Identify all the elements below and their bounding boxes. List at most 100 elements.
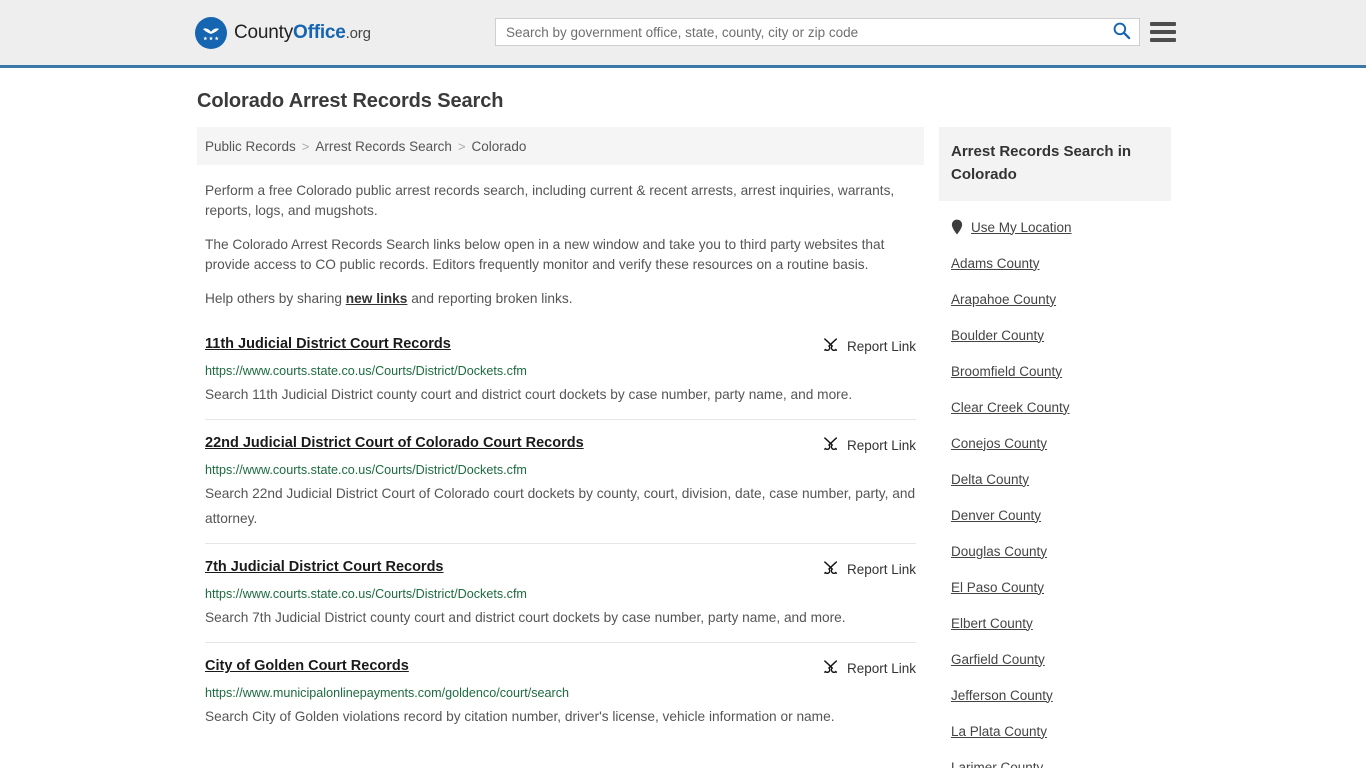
sidebar-item-jefferson-county[interactable]: Jefferson County (939, 677, 1171, 713)
sidebar-heading: Arrest Records Search in Colorado (939, 127, 1171, 201)
result-url: https://www.courts.state.co.us/Courts/Di… (205, 463, 527, 477)
sidebar: Arrest Records Search in Colorado Use My… (939, 127, 1171, 768)
breadcrumb-item-colorado: Colorado (471, 138, 527, 154)
sidebar-item-label[interactable]: Denver County (951, 508, 1041, 523)
hamburger-menu-icon[interactable] (1150, 19, 1176, 45)
breadcrumb-item-public-records[interactable]: Public Records (205, 139, 296, 154)
broken-link-icon (822, 336, 839, 356)
intro-p3-prefix: Help others by sharing (205, 291, 346, 306)
sidebar-item-label[interactable]: Adams County (951, 256, 1040, 271)
breadcrumb: Public Records > Arrest Records Search >… (197, 127, 924, 165)
menu-bar-3 (1150, 38, 1176, 42)
content-columns: Public Records > Arrest Records Search >… (197, 127, 1171, 768)
logo-wordmark: CountyOffice.org (234, 22, 371, 44)
sidebar-item-la-plata-county[interactable]: La Plata County (939, 713, 1171, 749)
sidebar-item-label[interactable]: Use My Location (971, 220, 1072, 235)
result-description: Search 22nd Judicial District Court of C… (205, 486, 916, 526)
breadcrumb-separator: > (457, 138, 466, 154)
breadcrumb-separator: > (301, 138, 310, 154)
intro-paragraph-1: Perform a free Colorado public arrest re… (205, 183, 895, 218)
sidebar-item-broomfield-county[interactable]: Broomfield County (939, 353, 1171, 389)
result-header: 11th Judicial District Court Records Rep… (205, 335, 916, 356)
broken-link-icon (822, 435, 839, 455)
logo-word-office: Office (293, 21, 346, 43)
sidebar-item-boulder-county[interactable]: Boulder County (939, 317, 1171, 353)
sidebar-item-adams-county[interactable]: Adams County (939, 245, 1171, 281)
sidebar-item-clear-creek-county[interactable]: Clear Creek County (939, 389, 1171, 425)
report-link-label: Report Link (846, 338, 916, 354)
result-item: 7th Judicial District Court Records Repo… (205, 543, 916, 642)
breadcrumb-item-arrest-records-search[interactable]: Arrest Records Search (315, 139, 452, 154)
sidebar-item-label[interactable]: Garfield County (951, 652, 1045, 667)
location-pin-icon (951, 219, 963, 235)
sidebar-item-label[interactable]: Arapahoe County (951, 292, 1056, 307)
result-url: https://www.courts.state.co.us/Courts/Di… (205, 364, 527, 378)
report-link-label: Report Link (846, 660, 916, 676)
sidebar-item-label[interactable]: Broomfield County (951, 364, 1062, 379)
site-logo[interactable]: CountyOffice.org (195, 16, 371, 49)
intro-paragraph-3: Help others by sharing new links and rep… (205, 289, 916, 309)
report-link-button[interactable]: Report Link (822, 336, 916, 356)
new-links-link[interactable]: new links (346, 291, 408, 306)
sidebar-item-garfield-county[interactable]: Garfield County (939, 641, 1171, 677)
result-title-link[interactable]: 11th Judicial District Court Records (205, 335, 451, 354)
intro-text: Perform a free Colorado public arrest re… (197, 181, 924, 309)
sidebar-item-label[interactable]: Jefferson County (951, 688, 1053, 703)
sidebar-county-list: Use My Location Adams County Arapahoe Co… (939, 209, 1171, 768)
search-button[interactable] (1103, 19, 1139, 45)
result-url: https://www.courts.state.co.us/Courts/Di… (205, 587, 527, 601)
result-header: 7th Judicial District Court Records Repo… (205, 558, 916, 579)
report-link-button[interactable]: Report Link (822, 559, 916, 579)
result-title-link[interactable]: City of Golden Court Records (205, 657, 409, 676)
sidebar-item-el-paso-county[interactable]: El Paso County (939, 569, 1171, 605)
intro-p3-suffix: and reporting broken links. (407, 291, 573, 306)
sidebar-item-conejos-county[interactable]: Conejos County (939, 425, 1171, 461)
sidebar-item-elbert-county[interactable]: Elbert County (939, 605, 1171, 641)
intro-paragraph-2: The Colorado Arrest Records Search links… (205, 237, 885, 272)
sidebar-item-label[interactable]: Boulder County (951, 328, 1044, 343)
result-url: https://www.municipalonlinepayments.com/… (205, 686, 570, 700)
sidebar-item-label[interactable]: Larimer County (951, 760, 1043, 768)
report-link-button[interactable]: Report Link (822, 435, 916, 455)
logo-word-tld: .org (345, 24, 371, 42)
result-header: 22nd Judicial District Court of Colorado… (205, 434, 916, 455)
broken-link-icon (822, 559, 839, 579)
result-item: 11th Judicial District Court Records Rep… (205, 331, 916, 419)
eagle-seal-icon (195, 16, 227, 49)
result-item: 22nd Judicial District Court of Colorado… (205, 419, 916, 543)
result-item: City of Golden Court Records Report Link (205, 642, 916, 741)
search-bar[interactable] (495, 18, 1140, 46)
result-description: Search City of Golden violations record … (205, 709, 835, 724)
sidebar-item-label[interactable]: Clear Creek County (951, 400, 1070, 415)
sidebar-item-use-my-location[interactable]: Use My Location (939, 209, 1171, 245)
result-header: City of Golden Court Records Report Link (205, 657, 916, 678)
sidebar-item-label[interactable]: El Paso County (951, 580, 1044, 595)
result-title-link[interactable]: 7th Judicial District Court Records (205, 558, 444, 577)
sidebar-item-label[interactable]: La Plata County (951, 724, 1047, 739)
page-body: Colorado Arrest Records Search Public Re… (0, 90, 1366, 768)
sidebar-item-arapahoe-county[interactable]: Arapahoe County (939, 281, 1171, 317)
search-icon (1112, 21, 1131, 43)
sidebar-item-denver-county[interactable]: Denver County (939, 497, 1171, 533)
result-description: Search 7th Judicial District county cour… (205, 610, 846, 625)
main-column: Public Records > Arrest Records Search >… (197, 127, 924, 741)
broken-link-icon (822, 658, 839, 678)
site-header: CountyOffice.org (0, 0, 1366, 68)
search-input[interactable] (496, 19, 1103, 45)
report-link-label: Report Link (846, 437, 916, 453)
sidebar-item-larimer-county[interactable]: Larimer County (939, 749, 1171, 768)
result-title-link[interactable]: 22nd Judicial District Court of Colorado… (205, 434, 584, 453)
results-list: 11th Judicial District Court Records Rep… (197, 331, 924, 741)
result-description: Search 11th Judicial District county cou… (205, 387, 853, 402)
sidebar-item-label[interactable]: Douglas County (951, 544, 1047, 559)
sidebar-item-douglas-county[interactable]: Douglas County (939, 533, 1171, 569)
menu-bar-2 (1150, 30, 1176, 34)
logo-word-county: County (234, 21, 294, 43)
sidebar-item-label[interactable]: Elbert County (951, 616, 1033, 631)
sidebar-item-delta-county[interactable]: Delta County (939, 461, 1171, 497)
sidebar-item-label[interactable]: Conejos County (951, 436, 1047, 451)
page-title: Colorado Arrest Records Search (197, 90, 504, 112)
menu-bar-1 (1150, 22, 1176, 26)
report-link-button[interactable]: Report Link (822, 658, 916, 678)
sidebar-item-label[interactable]: Delta County (951, 472, 1029, 487)
